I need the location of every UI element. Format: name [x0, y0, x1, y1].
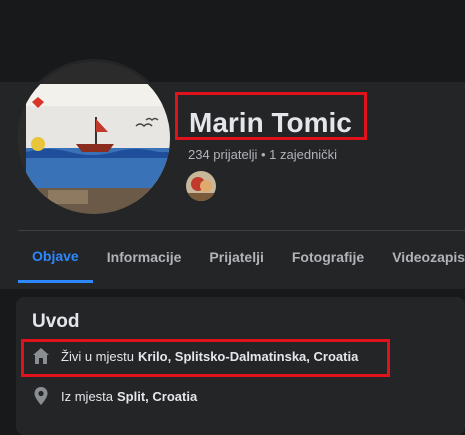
tab-about[interactable]: Informacije	[93, 231, 196, 283]
hometown-link[interactable]: Split, Croatia	[117, 389, 197, 404]
tab-photos[interactable]: Fotografije	[278, 231, 378, 283]
tab-posts[interactable]: Objave	[18, 231, 93, 283]
current-city-prefix: Živi u mjestu	[61, 348, 134, 364]
tab-friends[interactable]: Prijatelji	[195, 231, 277, 283]
hometown-row: Iz mjesta Split, Croatia	[31, 386, 197, 406]
intro-title: Uvod	[32, 311, 80, 332]
hometown-prefix: Iz mjesta	[61, 388, 114, 404]
profile-avatar[interactable]	[18, 62, 170, 214]
profile-name[interactable]: Marin Tomic	[189, 106, 352, 140]
home-icon	[31, 346, 51, 366]
current-city-link[interactable]: Krilo, Splitsko-Dalmatinska, Croatia	[138, 349, 358, 364]
location-pin-icon	[31, 386, 51, 406]
profile-tabs: Objave Informacije Prijatelji Fotografij…	[18, 231, 465, 283]
mutual-friend-avatar[interactable]	[186, 171, 216, 201]
friends-count[interactable]: 234 prijatelji • 1 zajednički	[188, 147, 337, 162]
tab-videos[interactable]: Videozapisi	[378, 231, 465, 283]
current-city-row: Živi u mjestu Krilo, Splitsko-Dalmatinsk…	[31, 346, 358, 366]
